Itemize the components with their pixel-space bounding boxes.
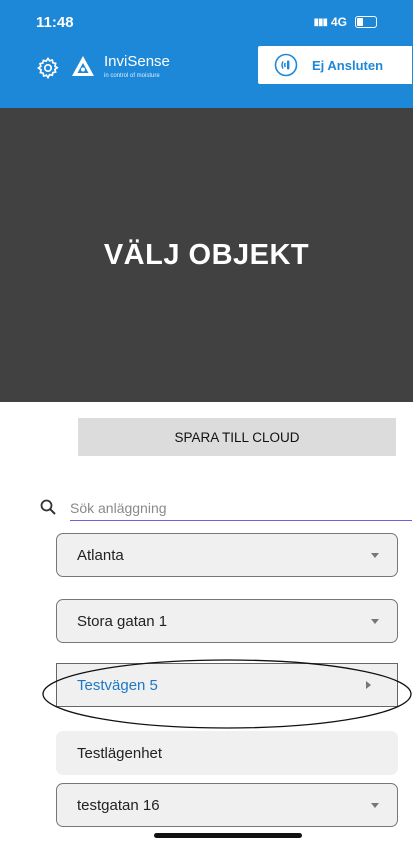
list-item-label: Atlanta <box>77 546 124 564</box>
page-title: VÄLJ OBJEKT <box>103 238 310 271</box>
battery-icon <box>355 16 377 28</box>
status-bar: 11:48 ▮▮▮ 4G <box>0 0 413 40</box>
list-item[interactable]: Atlanta <box>56 533 398 577</box>
nfc-signal-icon <box>274 53 298 77</box>
signal-icon: ▮▮▮ <box>313 16 327 28</box>
home-indicator <box>154 833 302 838</box>
brand-name: InviSense <box>104 53 170 70</box>
chevron-down-icon <box>371 803 379 808</box>
status-time: 11:48 <box>36 14 74 31</box>
list-item-label: Testvägen 5 <box>77 676 158 694</box>
network-type: 4G <box>330 15 347 29</box>
search-icon <box>40 499 56 515</box>
list-item-selected[interactable]: Testvägen 5 <box>56 663 398 707</box>
list-item-label: Stora gatan 1 <box>77 612 168 630</box>
brand-logo: InviSense in control of moisture <box>70 54 170 84</box>
search-bar <box>40 496 412 522</box>
list-item[interactable]: Testlägenhet <box>56 731 398 775</box>
search-input[interactable] <box>70 496 412 521</box>
connection-status-button[interactable]: Ej Ansluten <box>258 46 412 84</box>
list-item-label: Testlägenhet <box>77 744 163 762</box>
gear-icon[interactable] <box>36 56 60 80</box>
hero-banner: VÄLJ OBJEKT <box>0 108 413 402</box>
chevron-right-icon <box>366 681 371 689</box>
list-item[interactable]: testgatan 16 <box>56 783 398 827</box>
brand-tagline: in control of moisture <box>104 73 160 79</box>
network-status: ▮▮▮ 4G <box>313 15 377 29</box>
list-item-label: testgatan 16 <box>77 796 160 814</box>
app-header-bar: 11:48 ▮▮▮ 4G InviSense in control of moi… <box>0 0 413 108</box>
connection-status-label: Ej Ansluten <box>312 57 384 73</box>
brand-logo-icon <box>72 56 94 76</box>
save-to-cloud-button[interactable]: SPARA TILL CLOUD <box>78 418 396 456</box>
chevron-down-icon <box>371 619 379 624</box>
chevron-down-icon <box>371 553 379 558</box>
list-item[interactable]: Stora gatan 1 <box>56 599 398 643</box>
header: InviSense in control of moisture Ej Ansl… <box>0 44 413 96</box>
